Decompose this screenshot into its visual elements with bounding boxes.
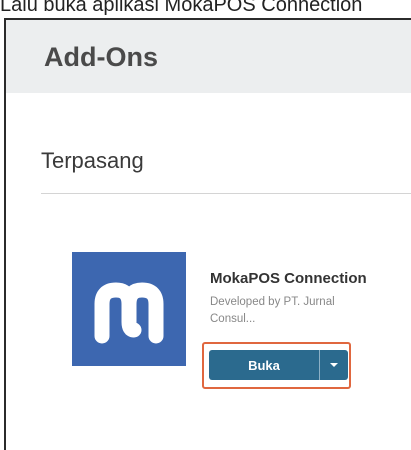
open-button-group: Buka bbox=[209, 350, 349, 380]
section-divider bbox=[41, 193, 411, 194]
caption-text: Lalu buka aplikasi MokaPOS Connection bbox=[0, 0, 363, 16]
addons-window: Add-Ons Terpasang MokaPOS Connection Dev… bbox=[4, 18, 411, 450]
addon-developer: Developed by PT. Jurnal Consul... bbox=[210, 296, 335, 325]
open-button[interactable]: Buka bbox=[209, 350, 319, 380]
page-header: Add-Ons bbox=[6, 20, 411, 93]
page-title: Add-Ons bbox=[44, 42, 158, 72]
addon-name: MokaPOS Connection bbox=[210, 270, 367, 287]
screenshot-page: Lalu buka aplikasi MokaPOS Connection Ad… bbox=[0, 0, 411, 450]
moka-logo-icon bbox=[72, 252, 186, 366]
section-title-installed: Terpasang bbox=[41, 148, 144, 173]
caret-down-icon bbox=[330, 363, 338, 367]
addon-card-mokapos: MokaPOS Connection Developed by PT. Jurn… bbox=[72, 252, 392, 389]
open-options-dropdown[interactable] bbox=[320, 350, 348, 380]
